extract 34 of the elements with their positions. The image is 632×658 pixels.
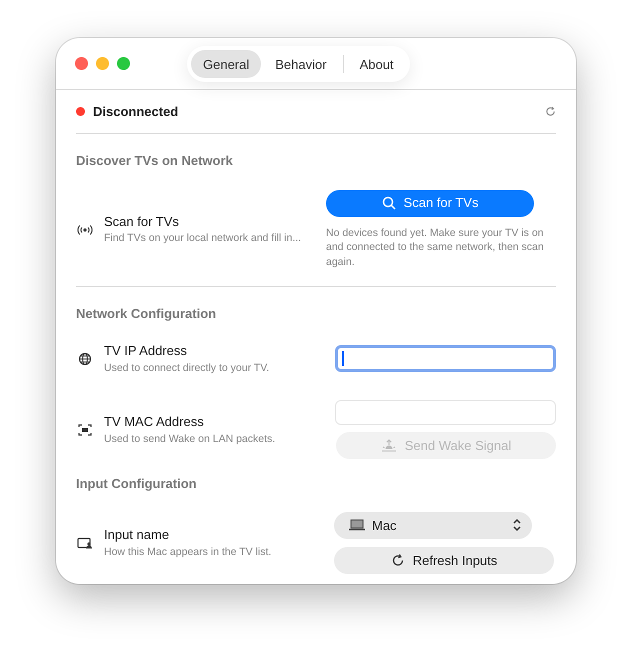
scan-button[interactable]: Scan for TVs [326, 190, 534, 216]
network-card-icon [76, 422, 94, 437]
row-title: Scan for TVs [104, 212, 180, 231]
refresh-inputs-button[interactable]: Refresh Inputs [334, 546, 554, 574]
row-subtitle: Find TVs on your local network and fill in... [104, 231, 302, 246]
laptop-icon [348, 519, 366, 532]
row-title: TV MAC Address [104, 413, 205, 432]
minimize-button[interactable] [96, 57, 109, 70]
text-cursor [342, 351, 344, 366]
row-subtitle: How this Mac appears in the TV list. [104, 544, 272, 560]
row-title: Input name [104, 526, 170, 544]
row-title: TV IP Address [104, 342, 188, 360]
row-subtitle: Used to connect directly to your TV. [104, 360, 270, 376]
close-button[interactable] [75, 57, 88, 70]
scan-note: No devices found yet. Make sure your TV is on and connected to the same network, then scan again. [326, 226, 545, 270]
input-select[interactable]: Mac [334, 512, 532, 539]
tab[interactable]: About [348, 50, 406, 78]
globe-icon [76, 352, 94, 366]
section-heading: Input Configuration [76, 475, 198, 494]
zoom-button[interactable] [117, 57, 130, 70]
row-subtitle: Used to send Wake on LAN packets. [104, 432, 276, 447]
tab[interactable]: General [191, 50, 262, 78]
sunrise-icon [380, 439, 397, 452]
search-icon [382, 196, 396, 210]
refresh-icon [390, 553, 405, 568]
display-user-icon [76, 536, 94, 550]
tab[interactable]: Behavior [263, 50, 339, 78]
section-heading: Network Configuration [76, 304, 218, 323]
antenna-icon [76, 222, 94, 237]
status-label: Disconnected [93, 102, 178, 121]
input-field[interactable] [335, 345, 556, 372]
chevron-up-down-icon [512, 518, 522, 532]
refresh-icon[interactable] [545, 106, 556, 117]
section-heading: Discover TVs on Network [76, 152, 234, 170]
